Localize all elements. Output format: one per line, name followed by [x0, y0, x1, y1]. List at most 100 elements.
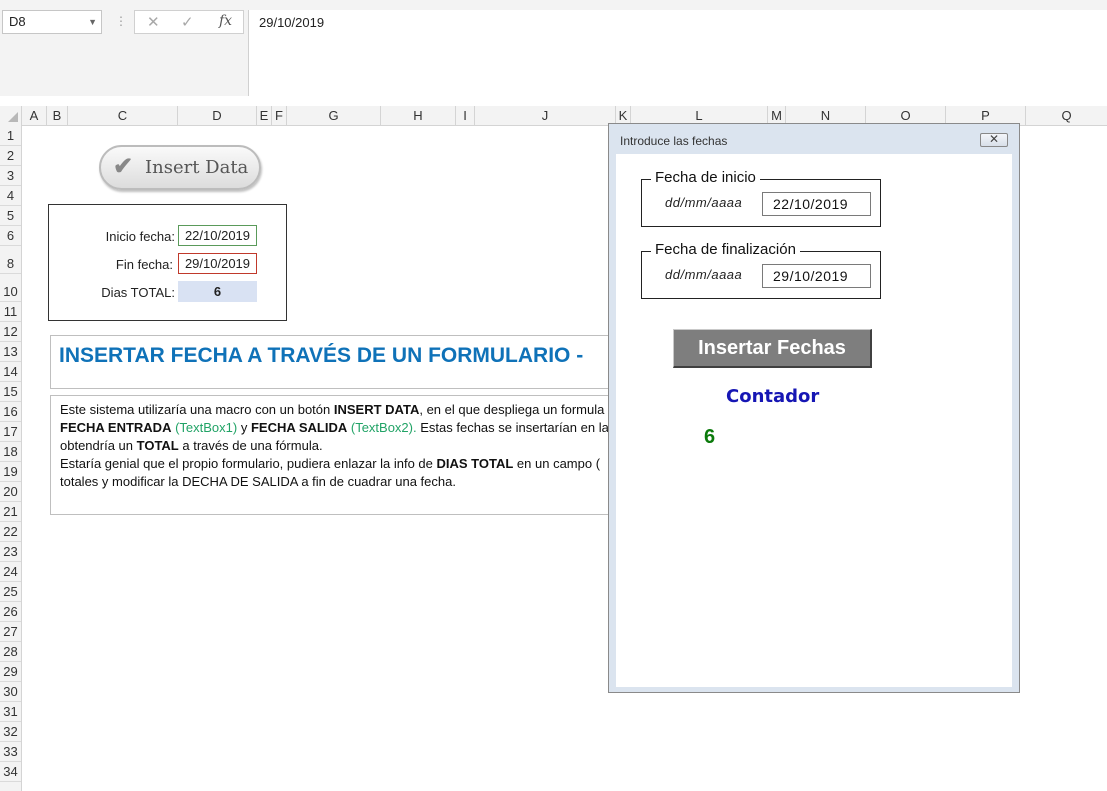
row-header[interactable]: 32 — [0, 722, 21, 742]
row-header[interactable]: 4 — [0, 186, 21, 206]
text-fragment: , en el que despliega un formula — [419, 402, 605, 417]
insert-function-icon[interactable]: fx — [219, 13, 232, 29]
check-icon: ✔ — [113, 153, 134, 180]
row-header[interactable]: 20 — [0, 482, 21, 502]
column-header[interactable]: C — [68, 106, 178, 125]
row-header[interactable]: 15 — [0, 382, 21, 402]
row-header[interactable]: 14 — [0, 362, 21, 382]
formula-buttons: ✕ ✓ fx — [134, 10, 244, 34]
description-line-1: Este sistema utilizaría una macro con un… — [60, 402, 604, 417]
column-header[interactable]: I — [456, 106, 475, 125]
fecha-inicio-frame: Fecha de inicio dd/mm/aaaa 22/10/2019 — [641, 169, 881, 227]
formula-input[interactable]: 29/10/2019 — [248, 10, 1107, 96]
text-fragment: FECHA ENTRADA — [60, 420, 172, 435]
dates-summary-box: Inicio fecha: 22/10/2019 Fin fecha: 29/1… — [48, 204, 287, 321]
fin-cell[interactable]: 29/10/2019 — [178, 253, 257, 274]
inicio-cell[interactable]: 22/10/2019 — [178, 225, 257, 246]
row-header[interactable]: 21 — [0, 502, 21, 522]
name-box-value: D8 — [9, 14, 26, 29]
text-fragment: Estaría genial que el propio formulario,… — [60, 456, 437, 471]
description-line-4: Estaría genial que el propio formulario,… — [60, 456, 600, 471]
row-header[interactable]: 12 — [0, 322, 21, 342]
close-icon[interactable]: ✕ — [980, 133, 1008, 147]
more-options-icon[interactable]: ⋮ — [115, 14, 127, 28]
row-header[interactable]: 8 — [0, 254, 21, 274]
text-fragment: INSERT DATA — [333, 402, 420, 417]
row-header[interactable]: 11 — [0, 302, 21, 322]
row-header[interactable]: 27 — [0, 622, 21, 642]
text-fragment: TOTAL — [136, 438, 179, 453]
row-header[interactable]: 13 — [0, 342, 21, 362]
text-fragment: y — [237, 420, 251, 435]
row-header[interactable]: 18 — [0, 442, 21, 462]
enter-icon[interactable]: ✓ — [181, 13, 194, 31]
chevron-down-icon[interactable]: ▼ — [88, 11, 97, 33]
row-header[interactable]: 10 — [0, 282, 21, 302]
column-header[interactable]: E — [257, 106, 272, 125]
row-header[interactable]: 19 — [0, 462, 21, 482]
text-fragment: en un campo ( — [513, 456, 601, 471]
row-header[interactable]: 17 — [0, 422, 21, 442]
column-header[interactable]: A — [22, 106, 47, 125]
userform-dialog: Introduce las fechas ✕ Fecha de inicio d… — [608, 123, 1020, 693]
row-headers: 1 2 3 4 5 6 8 10 11 12 13 14 15 16 17 18… — [0, 126, 22, 791]
description-line-5: totales y modificar la DECHA DE SALIDA a… — [60, 474, 456, 489]
text-fragment: a través de una fórmula. — [178, 438, 323, 453]
row-header[interactable]: 26 — [0, 602, 21, 622]
fecha-inicio-input[interactable]: 22/10/2019 — [762, 192, 871, 216]
text-fragment: (TextBox1) — [171, 420, 238, 435]
select-all-corner[interactable] — [0, 106, 22, 126]
insert-data-button[interactable]: ✔ Insert Data — [99, 145, 261, 190]
insertar-fechas-button[interactable]: Insertar Fechas — [673, 329, 872, 368]
row-header[interactable]: 28 — [0, 642, 21, 662]
row-header[interactable]: 2 — [0, 146, 21, 166]
text-fragment: obtendría un — [60, 438, 137, 453]
inicio-label: Inicio fecha: — [105, 229, 175, 244]
cancel-icon[interactable]: ✕ — [147, 13, 160, 31]
column-header[interactable]: H — [381, 106, 456, 125]
row-header[interactable]: 3 — [0, 166, 21, 186]
text-fragment: FECHA SALIDA — [250, 420, 348, 435]
total-cell[interactable]: 6 — [178, 281, 257, 302]
text-fragment: Este sistema utilizaría una macro con un… — [60, 402, 334, 417]
column-header[interactable]: D — [178, 106, 257, 125]
text-fragment: (TextBox2). — [347, 420, 417, 435]
date-format-label: dd/mm/aaaa — [665, 195, 743, 210]
row-header[interactable]: 6 — [0, 226, 21, 246]
select-all-icon — [8, 112, 18, 122]
row-header[interactable]: 29 — [0, 662, 21, 682]
row-header[interactable]: 34 — [0, 762, 21, 782]
row-header[interactable]: 5 — [0, 206, 21, 226]
contador-label: Contador — [726, 386, 820, 407]
title-box: INSERTAR FECHA A TRAVÉS DE UN FORMULARIO… — [50, 335, 630, 389]
column-header[interactable]: G — [287, 106, 381, 125]
row-header[interactable]: 22 — [0, 522, 21, 542]
description-line-3: obtendría un TOTAL a través de una fórmu… — [60, 438, 323, 453]
column-header[interactable]: Q — [1026, 106, 1107, 125]
fecha-inicio-legend: Fecha de inicio — [651, 169, 760, 186]
fin-label: Fin fecha: — [115, 257, 173, 272]
row-header[interactable]: 31 — [0, 702, 21, 722]
description-box: Este sistema utilizaría una macro con un… — [50, 395, 630, 515]
column-header[interactable]: B — [47, 106, 68, 125]
date-format-label: dd/mm/aaaa — [665, 267, 743, 282]
name-box[interactable]: D8 ▼ — [2, 10, 102, 34]
column-header[interactable]: J — [475, 106, 616, 125]
page-title: INSERTAR FECHA A TRAVÉS DE UN FORMULARIO… — [59, 344, 584, 367]
row-header[interactable]: 30 — [0, 682, 21, 702]
fecha-fin-legend: Fecha de finalización — [651, 241, 800, 258]
row-header[interactable]: 16 — [0, 402, 21, 422]
dialog-title: Introduce las fechas — [620, 134, 728, 148]
description-line-2: FECHA ENTRADA (TextBox1) y FECHA SALIDA … — [60, 420, 626, 435]
row-header[interactable]: 25 — [0, 582, 21, 602]
text-fragment: DIAS TOTAL — [436, 456, 514, 471]
insert-data-label: Insert Data — [145, 157, 249, 178]
row-header[interactable]: 1 — [0, 126, 21, 146]
total-label: Dias TOTAL: — [101, 285, 175, 300]
contador-value: 6 — [704, 426, 716, 448]
row-header[interactable]: 24 — [0, 562, 21, 582]
row-header[interactable]: 33 — [0, 742, 21, 762]
fecha-fin-input[interactable]: 29/10/2019 — [762, 264, 871, 288]
column-header[interactable]: F — [272, 106, 287, 125]
row-header[interactable]: 23 — [0, 542, 21, 562]
